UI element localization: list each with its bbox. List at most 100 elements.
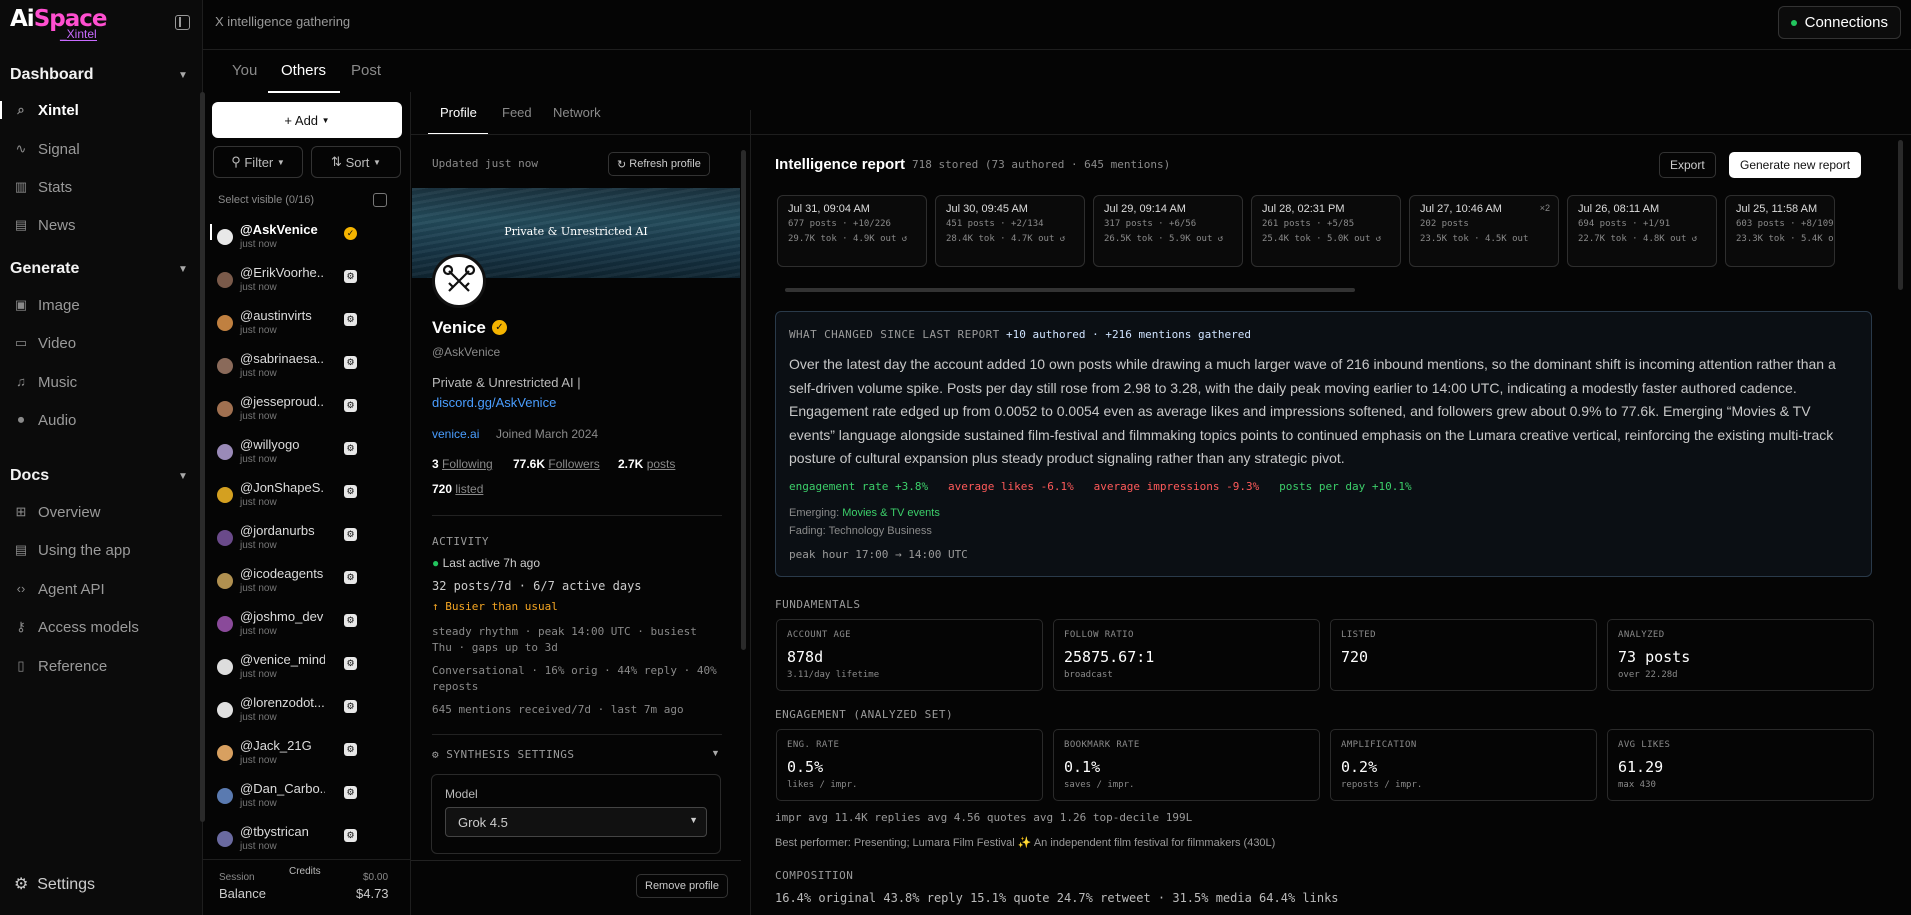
avatar	[217, 272, 233, 288]
add-account-button[interactable]: + Add ▼	[212, 102, 402, 138]
avatar	[217, 616, 233, 632]
stats-icon: ▥	[14, 179, 28, 194]
list-item[interactable]: @Dan_Carbo... just now ⚙	[203, 778, 403, 821]
model-label: Model	[445, 787, 478, 801]
nav-item-news[interactable]: ▤ News	[0, 209, 203, 241]
chevron-down-icon: ▼	[373, 157, 381, 167]
list-item[interactable]: @sabrinaesa... just now ⚙	[203, 348, 403, 391]
bot-badge-icon: ⚙	[344, 442, 357, 455]
filter-icon: ⚲	[231, 154, 241, 169]
scrollbar[interactable]	[741, 150, 746, 650]
stat-label: ANALYZED	[1618, 630, 1665, 640]
list-item[interactable]: @icodeagents just now ⚙	[203, 563, 403, 606]
session-value: $0.00	[363, 872, 389, 883]
remove-profile-button[interactable]: Remove profile	[636, 874, 728, 898]
bio-link[interactable]: discord.gg/AskVenice	[432, 395, 556, 410]
posts-stat[interactable]: 2.7K posts	[618, 457, 675, 471]
listed-stat[interactable]: 720 listed	[432, 482, 483, 496]
nav-item-signal[interactable]: ∿ Signal	[0, 133, 203, 165]
horizontal-scrollbar[interactable]	[785, 288, 1355, 292]
list-item[interactable]: @jordanurbs just now ⚙	[203, 520, 403, 563]
list-item[interactable]: @lorenzodot... just now ⚙	[203, 692, 403, 735]
snapshot-tokens: 29.7K tok · 4.9K out ↺	[788, 234, 908, 244]
account-handle: @JonShapeS...	[240, 480, 325, 495]
avatar	[217, 401, 233, 417]
following-stat[interactable]: 3 Following	[432, 457, 493, 471]
model-select[interactable]: Grok 4.5 ▼	[445, 807, 707, 837]
report-snapshot-card[interactable]: Jul 30, 09:45 AM 451 posts · +2/134 28.4K …	[935, 195, 1085, 267]
synthesis-settings-header[interactable]: ⚙ SYNTHESIS SETTINGS	[432, 748, 574, 761]
bot-badge-icon: ⚙	[344, 743, 357, 756]
chevron-down-icon[interactable]: ▼	[178, 471, 188, 482]
nav-section-generate[interactable]: Generate	[10, 260, 79, 278]
nav-item-video[interactable]: ▭ Video	[0, 327, 203, 359]
list-item[interactable]: @ErikVoorhe... just now ⚙	[203, 262, 403, 305]
chevron-down-icon[interactable]: ▼	[711, 748, 720, 758]
bot-badge-icon: ⚙	[344, 528, 357, 541]
list-item[interactable]: @jesseproud... just now ⚙	[203, 391, 403, 434]
settings-label: Settings	[37, 876, 96, 893]
bot-badge-icon: ⚙	[344, 786, 357, 799]
report-snapshot-card[interactable]: Jul 31, 09:04 AM 677 posts · +10/226 29.7K…	[777, 195, 927, 267]
scrollbar[interactable]	[200, 92, 205, 822]
sort-button[interactable]: ⇅ Sort ▼	[311, 146, 401, 178]
list-item[interactable]: @joshmo_dev just now ⚙	[203, 606, 403, 649]
website-link[interactable]: venice.ai	[432, 427, 479, 441]
list-item[interactable]: @austinvirts just now ⚙	[203, 305, 403, 348]
nav-item-image[interactable]: ▣ Image	[0, 289, 203, 321]
list-item[interactable]: @willyogo just now ⚙	[203, 434, 403, 477]
nav-label: Stats	[38, 178, 73, 196]
nav-item-access-models[interactable]: ⚷ Access models	[0, 611, 203, 643]
chevron-down-icon[interactable]: ▼	[178, 70, 188, 81]
list-item[interactable]: @tbystrican just now ⚙	[203, 821, 403, 864]
nav-section-dashboard[interactable]: Dashboard	[10, 66, 94, 84]
report-snapshot-card[interactable]: Jul 26, 08:11 AM 694 posts · +1/91 22.7K t…	[1567, 195, 1717, 267]
settings-button[interactable]: ⚙ Settings	[14, 874, 95, 894]
tab-you[interactable]: You	[232, 62, 257, 79]
nav-item-reference[interactable]: ▯ Reference	[0, 650, 203, 682]
report-snapshot-card[interactable]: Jul 29, 09:14 AM 317 posts · +6/56 26.5K t…	[1093, 195, 1243, 267]
stat-value: 61.29	[1618, 758, 1664, 776]
delta-chip: engagement rate +3.8%	[789, 480, 929, 493]
generate-report-button[interactable]: Generate new report	[1729, 152, 1862, 178]
connections-button[interactable]: Connections	[1777, 6, 1901, 39]
nav-item-audio[interactable]: ⏺ Audio	[0, 404, 203, 436]
nav-item-music[interactable]: ♫ Music	[0, 366, 203, 398]
stat-value: 0.1%	[1064, 758, 1101, 776]
chevron-down-icon[interactable]: ▼	[178, 264, 188, 275]
refresh-profile-button[interactable]: ↻ Refresh profile	[608, 152, 710, 176]
report-snapshot-card[interactable]: Jul 27, 10:46 AM 202 posts 23.5K tok · 4.5…	[1409, 195, 1559, 267]
divider	[432, 734, 722, 735]
chevron-down-icon: ▼	[689, 815, 698, 825]
followers-stat[interactable]: 77.6K Followers	[513, 457, 600, 471]
sidebar-toggle-icon[interactable]	[175, 15, 190, 30]
nav-item-overview[interactable]: ⊞ Overview	[0, 496, 203, 528]
nav-item-xintel[interactable]: ⌕ Xintel	[0, 94, 203, 126]
tab-others[interactable]: Others	[281, 62, 326, 79]
stat-label: ACCOUNT AGE	[787, 630, 852, 640]
nav-section-docs[interactable]: Docs	[10, 467, 49, 485]
nav-item-stats[interactable]: ▥ Stats	[0, 171, 203, 203]
app-logo[interactable]: AiSpace _Xintel	[10, 6, 107, 42]
list-item[interactable]: @AskVenice just now ✓	[203, 219, 403, 262]
avatar	[217, 831, 233, 847]
breadcrumb: X intelligence gathering	[215, 14, 351, 29]
nav-item-agent-api[interactable]: ‹› Agent API	[0, 573, 203, 605]
report-snapshot-card[interactable]: Jul 25, 11:58 AM 603 posts · +8/109 23.3K …	[1725, 195, 1835, 267]
export-button[interactable]: Export	[1659, 152, 1716, 178]
avatar	[217, 788, 233, 804]
snapshot-tokens: 22.7K tok · 4.8K out ↺	[1578, 234, 1698, 244]
list-item[interactable]: @venice_mind just now ⚙	[203, 649, 403, 692]
filter-button[interactable]: ⚲ Filter ▼	[213, 146, 303, 178]
list-item[interactable]: @JonShapeS... just now ⚙	[203, 477, 403, 520]
select-visible-label[interactable]: Select visible (0/16)	[218, 194, 314, 206]
report-snapshot-card[interactable]: Jul 28, 02:31 PM 261 posts · +5/85 25.4K t…	[1251, 195, 1401, 267]
fundamentals-title: FUNDAMENTALS	[775, 598, 861, 611]
scrollbar[interactable]	[1898, 140, 1903, 290]
list-item[interactable]: @Jack_21G just now ⚙	[203, 735, 403, 778]
snapshot-posts: 317 posts · +6/56	[1104, 219, 1197, 229]
tab-post[interactable]: Post	[351, 62, 381, 79]
select-all-checkbox[interactable]	[373, 193, 387, 207]
gear-icon: ⚙	[432, 748, 440, 761]
nav-item-using-app[interactable]: ▤ Using the app	[0, 534, 203, 566]
